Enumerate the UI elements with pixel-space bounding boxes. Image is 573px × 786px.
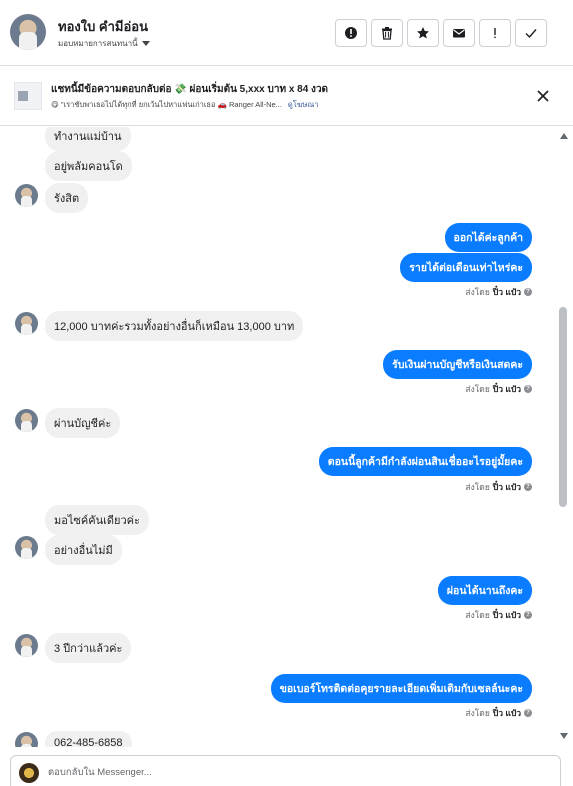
message-incoming: อยู่พลัมคอนโด bbox=[45, 151, 132, 181]
message-incoming: 3 ปีกว่าแล้วค่ะ bbox=[45, 633, 132, 663]
message-outgoing: ผ่อนได้นานถึงคะ bbox=[437, 576, 532, 605]
scroll-down-arrow-icon[interactable] bbox=[560, 733, 568, 739]
message-bubble[interactable]: มอไซค์คันเดียวค่ะ bbox=[45, 505, 149, 535]
contact-avatar[interactable] bbox=[10, 14, 46, 50]
message-outgoing: ตอนนี้ลูกค้ามีกำลังผ่อนสินเชื่ออะไรอยู่ม… bbox=[318, 447, 532, 476]
caret-down-icon bbox=[141, 41, 150, 46]
contact-avatar-small bbox=[15, 184, 38, 207]
sent-by-label: ส่งโดย ปิ๋ว แป๋ว? bbox=[465, 480, 532, 494]
sent-by-label: ส่งโดย ปิ๋ว แป๋ว? bbox=[465, 382, 532, 396]
mark-spam-button[interactable] bbox=[335, 19, 367, 47]
message-bubble[interactable]: รายได้ต่อเดือนเท่าไหร่คะ bbox=[400, 253, 532, 282]
message-bubble[interactable]: อยู่พลัมคอนโด bbox=[45, 151, 132, 181]
ad-title: แชทนี้มีข้อความตอบกลับต่อ 💸 ผ่อนเริ่มต้น… bbox=[51, 84, 329, 95]
info-icon[interactable]: ? bbox=[524, 483, 532, 491]
contact-avatar-small bbox=[15, 409, 38, 432]
star-button[interactable] bbox=[407, 19, 439, 47]
contact-name[interactable]: ทองใบ คำมีอ่อน bbox=[58, 16, 148, 37]
spam-icon bbox=[345, 27, 357, 39]
thread-scrollbar[interactable] bbox=[556, 127, 573, 747]
message-bubble[interactable]: 12,000 บาทค่ะรวมทั้งอย่างอื่นก็เหมือน 13… bbox=[45, 311, 304, 341]
message-outgoing: รับเงินผ่านบัญชีหรือเงินสดคะ bbox=[383, 350, 532, 379]
ad-subtitle: 😋 "เราชับพาเธอไปได้ทุกที่ ยกเว้นไปหาแฟนเ… bbox=[51, 100, 282, 109]
message-incoming: อย่างอื่นไม่มี bbox=[45, 535, 122, 565]
star-icon bbox=[417, 27, 429, 39]
sent-by-label: ส่งโดย ปิ๋ว แป๋ว? bbox=[465, 608, 532, 622]
mark-unread-button[interactable] bbox=[443, 19, 475, 47]
message-incoming: ทำงานแม่บ้าน bbox=[45, 127, 131, 151]
ad-context-banner: แชทนี้มีข้อความตอบกลับต่อ 💸 ผ่อนเริ่มต้น… bbox=[0, 66, 573, 126]
message-incoming: รังสิต bbox=[45, 183, 89, 213]
message-incoming: 062-485-6858 bbox=[45, 731, 132, 747]
message-bubble[interactable]: ตอนนี้ลูกค้ามีกำลังผ่อนสินเชื่ออะไรอยู่ม… bbox=[318, 447, 532, 476]
message-incoming: ผ่านบัญชีค่ะ bbox=[45, 408, 121, 438]
message-thread: ทำงานแม่บ้าน อยู่พลัมคอนโด รังสิต ออกได้… bbox=[0, 127, 556, 747]
info-icon[interactable]: ? bbox=[524, 288, 532, 296]
contact-avatar-small bbox=[15, 634, 38, 657]
assign-conversation-dropdown[interactable]: มอบหมายการสนทนานี้ bbox=[58, 37, 150, 50]
check-icon bbox=[525, 29, 537, 39]
mark-done-button[interactable] bbox=[515, 19, 547, 47]
close-icon[interactable] bbox=[535, 88, 551, 104]
info-icon[interactable]: ? bbox=[524, 611, 532, 619]
message-bubble[interactable]: 062-485-6858 bbox=[45, 731, 132, 747]
reply-composer bbox=[10, 755, 561, 786]
message-outgoing: ออกได้ค่ะลูกค้า bbox=[444, 223, 532, 252]
info-icon[interactable]: ? bbox=[524, 709, 532, 717]
message-incoming: 12,000 บาทค่ะรวมทั้งอย่างอื่นก็เหมือน 13… bbox=[45, 311, 304, 341]
message-outgoing: รายได้ต่อเดือนเท่าไหร่คะ bbox=[400, 253, 532, 282]
contact-avatar-small bbox=[15, 536, 38, 559]
scroll-up-arrow-icon[interactable] bbox=[560, 133, 568, 139]
message-bubble[interactable]: รับเงินผ่านบัญชีหรือเงินสดคะ bbox=[383, 350, 532, 379]
mail-icon bbox=[453, 29, 465, 38]
exclamation-icon bbox=[494, 28, 496, 39]
message-bubble[interactable]: อย่างอื่นไม่มี bbox=[45, 535, 122, 565]
message-bubble[interactable]: ขอเบอร์โทรติดต่อคุยรายละเอียดเพิ่มเติมกั… bbox=[270, 674, 532, 703]
message-bubble[interactable]: รังสิต bbox=[45, 183, 89, 213]
info-icon[interactable]: ? bbox=[524, 385, 532, 393]
delete-button[interactable] bbox=[371, 19, 403, 47]
follow-up-button[interactable] bbox=[479, 19, 511, 47]
conversation-header: ทองใบ คำมีอ่อน มอบหมายการสนทนานี้ bbox=[0, 0, 573, 66]
sent-by-label: ส่งโดย ปิ๋ว แป๋ว? bbox=[465, 285, 532, 299]
contact-avatar-small bbox=[15, 732, 38, 747]
reply-input[interactable] bbox=[48, 764, 548, 780]
trash-icon bbox=[382, 27, 392, 40]
ad-thumbnail[interactable] bbox=[14, 82, 42, 110]
message-bubble[interactable]: 3 ปีกว่าแล้วค่ะ bbox=[45, 633, 132, 663]
message-bubble[interactable]: ทำงานแม่บ้าน bbox=[45, 127, 131, 151]
sent-by-label: ส่งโดย ปิ๋ว แป๋ว? bbox=[465, 706, 532, 720]
scroll-thumb[interactable] bbox=[559, 307, 567, 507]
message-bubble[interactable]: ผ่อนได้นานถึงคะ bbox=[437, 576, 532, 605]
message-outgoing: ขอเบอร์โทรติดต่อคุยรายละเอียดเพิ่มเติมกั… bbox=[270, 674, 532, 703]
page-avatar bbox=[19, 763, 39, 783]
ad-subtitle-row: 😋 "เราชับพาเธอไปได้ทุกที่ ยกเว้นไปหาแฟนเ… bbox=[51, 99, 319, 111]
message-bubble[interactable]: ผ่านบัญชีค่ะ bbox=[45, 408, 121, 438]
assign-label: มอบหมายการสนทนานี้ bbox=[58, 39, 138, 48]
message-bubble[interactable]: ออกได้ค่ะลูกค้า bbox=[444, 223, 532, 252]
contact-avatar-small bbox=[15, 312, 38, 335]
view-ad-link[interactable]: ดูโฆษณา bbox=[288, 99, 319, 111]
message-incoming: มอไซค์คันเดียวค่ะ bbox=[45, 505, 149, 535]
